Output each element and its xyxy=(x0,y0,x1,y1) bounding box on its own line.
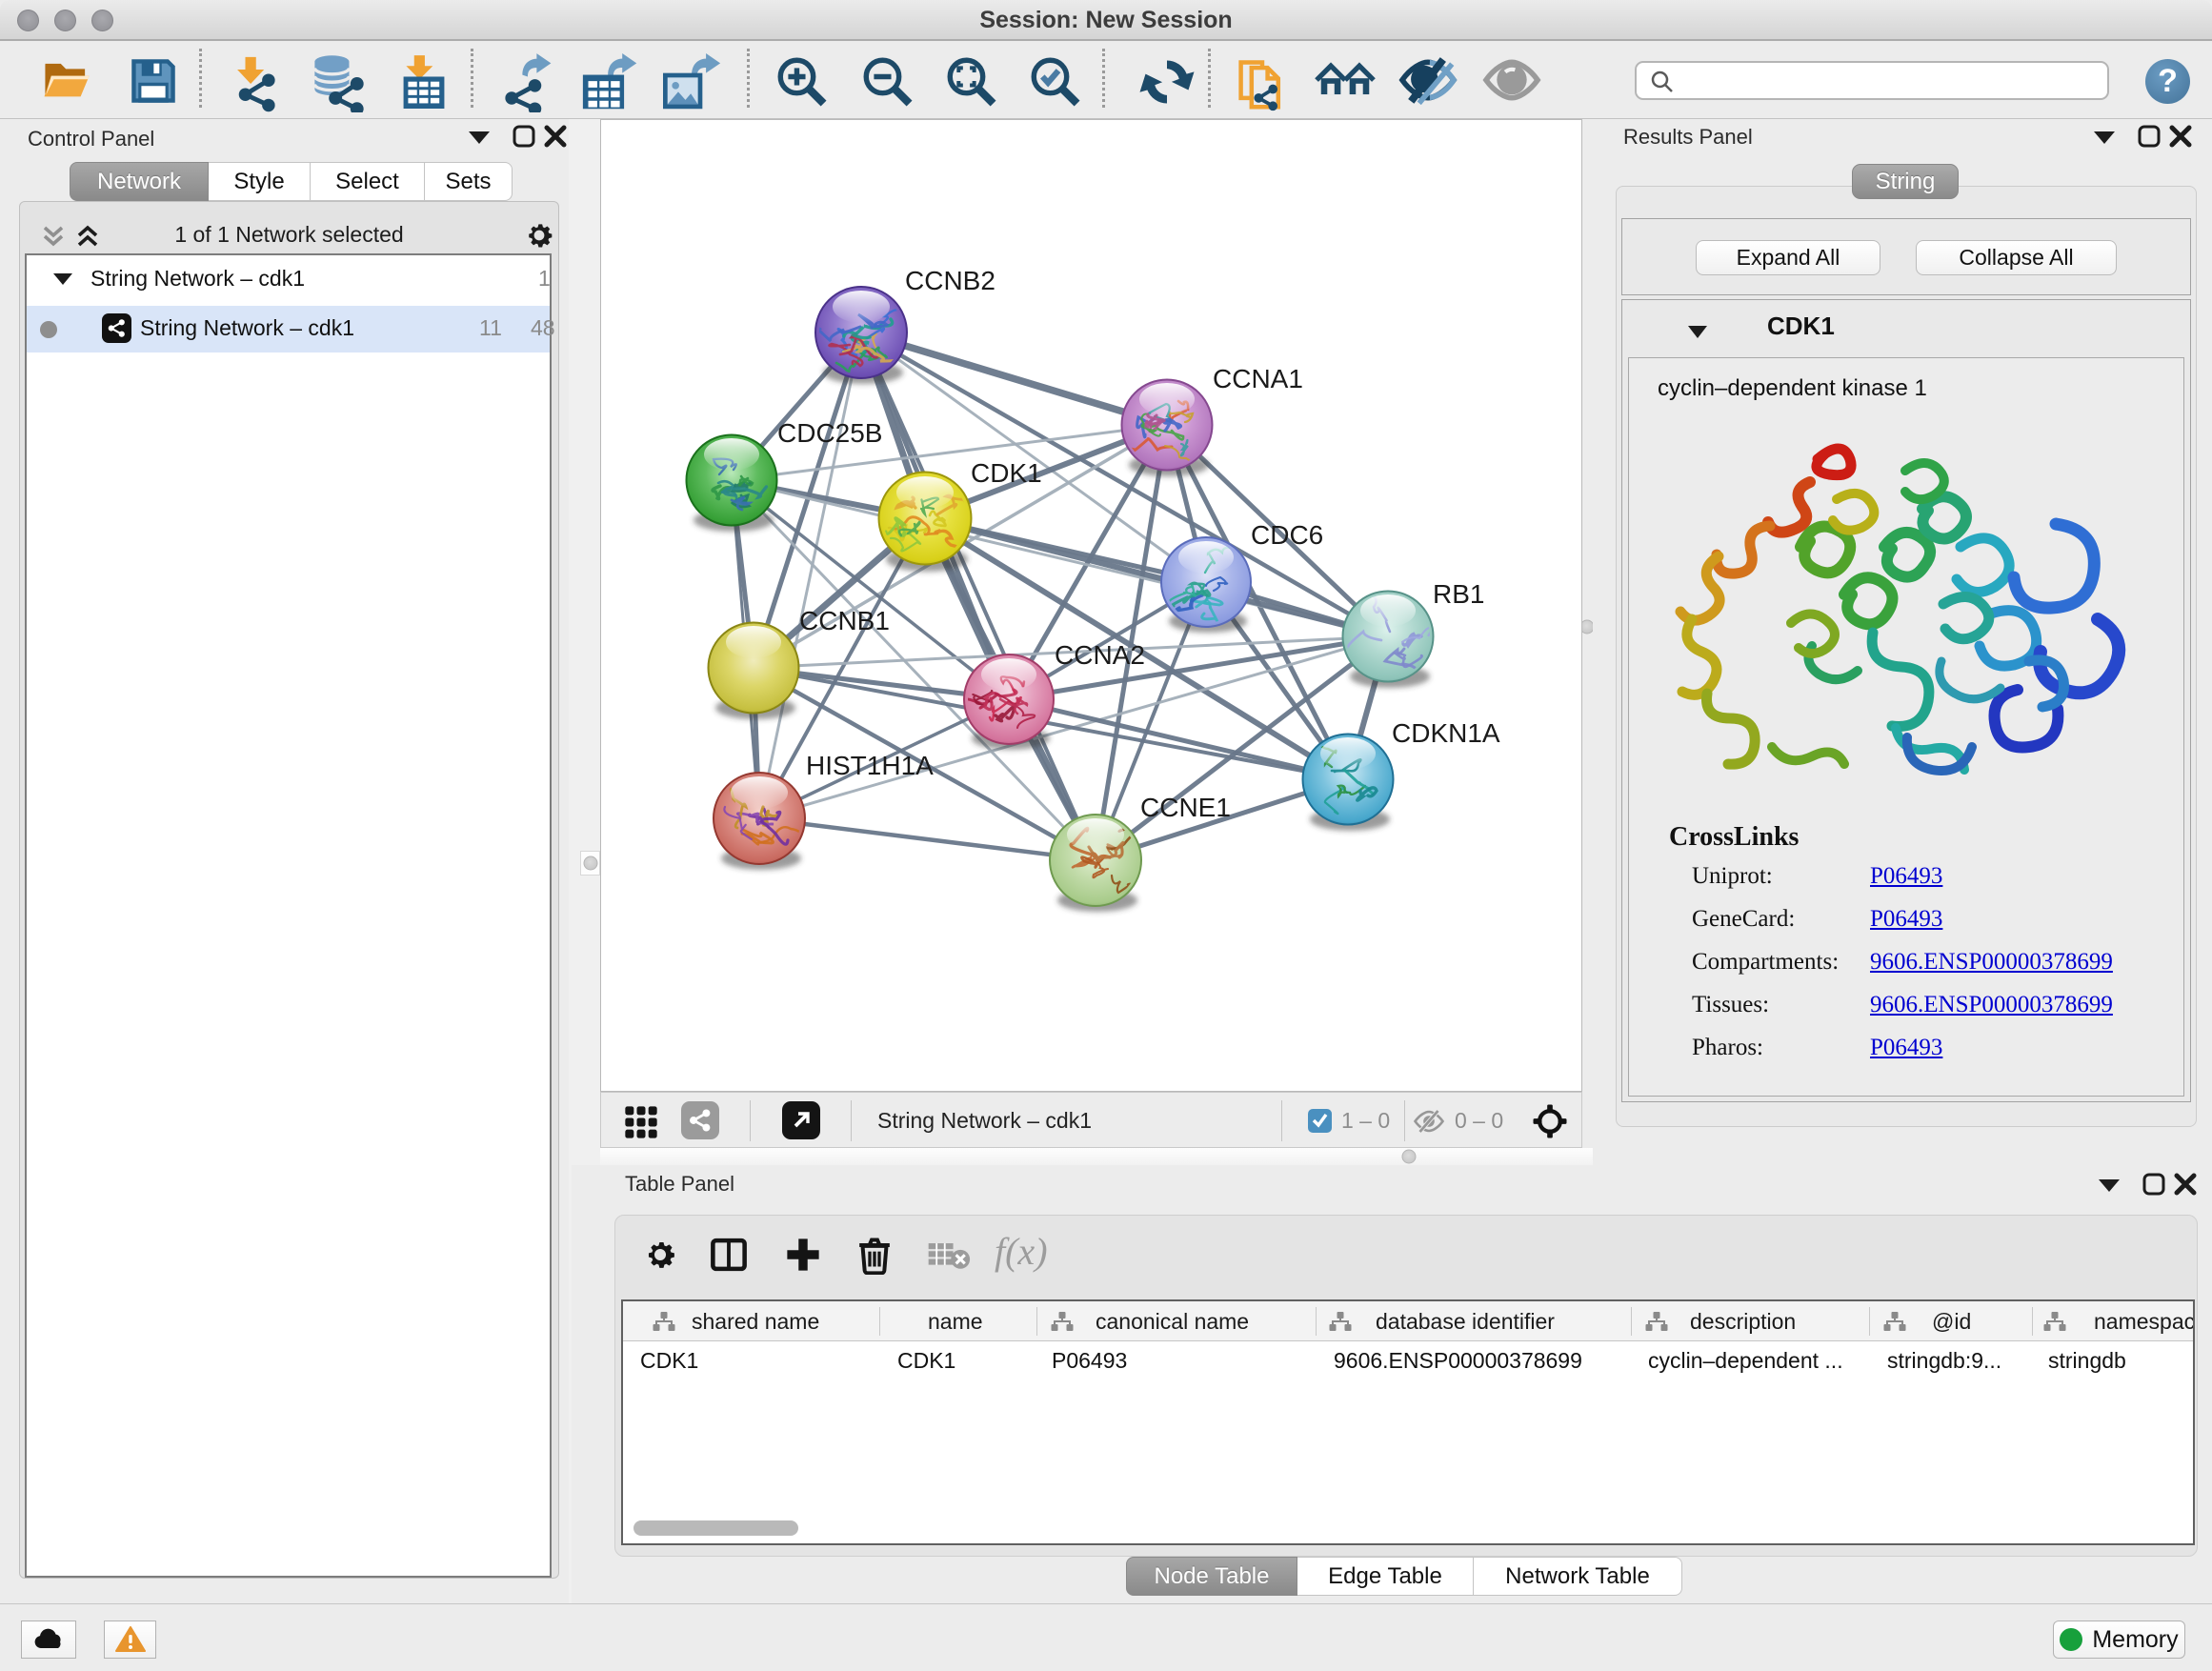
svg-text:CCNA1: CCNA1 xyxy=(1213,364,1303,393)
svg-text:CCNB1: CCNB1 xyxy=(799,606,890,635)
svg-text:CCNA2: CCNA2 xyxy=(1055,640,1145,670)
svg-text:CCNB2: CCNB2 xyxy=(905,266,995,295)
svg-text:CDK1: CDK1 xyxy=(971,458,1042,488)
svg-text:RB1: RB1 xyxy=(1433,579,1484,609)
svg-text:CCNE1: CCNE1 xyxy=(1140,793,1231,822)
svg-text:CDC6: CDC6 xyxy=(1251,520,1323,550)
svg-text:CDKN1A: CDKN1A xyxy=(1392,718,1500,748)
svg-text:CDC25B: CDC25B xyxy=(777,418,882,448)
svg-text:HIST1H1A: HIST1H1A xyxy=(806,751,934,780)
